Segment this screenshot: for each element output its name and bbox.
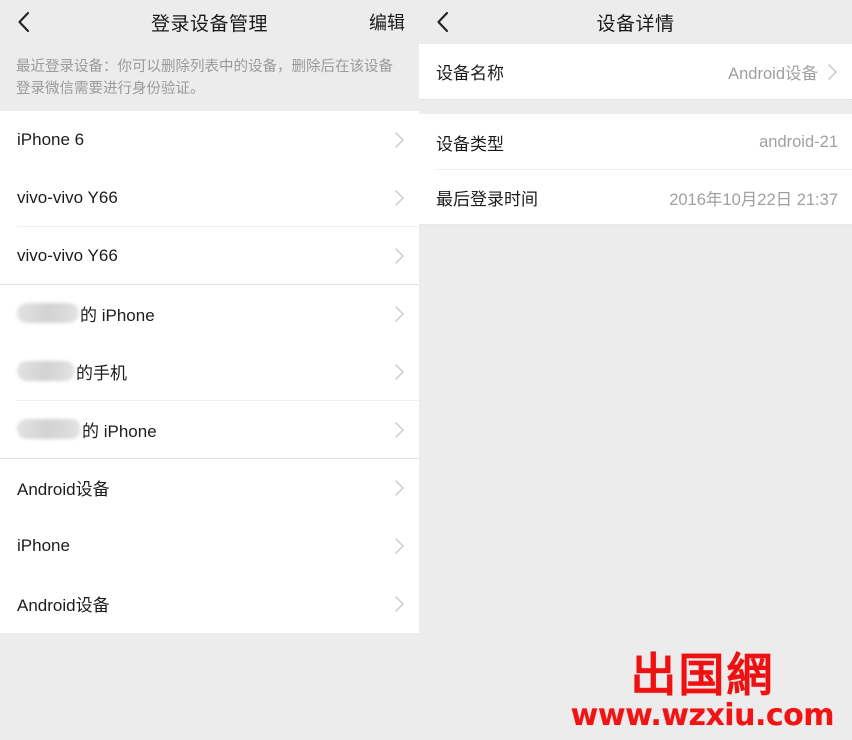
detail-label: 设备类型 (436, 135, 504, 154)
chevron-right-icon (395, 422, 404, 438)
device-info-card: 设备类型 android-21 最后登录时间 2016年10月22日 21:37 (419, 115, 852, 225)
detail-label: 最后登录时间 (436, 190, 538, 209)
device-name: iPhone (17, 535, 70, 555)
detail-row-device-name[interactable]: 设备名称 Android设备 (419, 44, 852, 99)
description-text: 最近登录设备：你可以删除列表中的设备，删除后在该设备登录微信需要进行身份验证。 (0, 44, 419, 111)
section-gap (419, 99, 852, 115)
device-name: iPhone 6 (17, 129, 85, 149)
list-item[interactable]: Android设备 (0, 574, 419, 633)
login-device-management-panel: 登录设备管理 编辑 最近登录设备：你可以删除列表中的设备，删除后在该设备登录微信… (0, 0, 419, 740)
chevron-left-icon (436, 11, 448, 33)
detail-value: Android设备 (728, 64, 818, 83)
list-item[interactable]: vivo-vivo Y66 (0, 226, 419, 285)
device-name: vivo-vivo Y66 (17, 187, 118, 207)
row-divider (419, 224, 852, 225)
detail-row-last-login: 最后登录时间 2016年10月22日 21:37 (419, 170, 852, 225)
detail-value: android-21 (759, 133, 838, 151)
device-detail-panel: 设备详情 设备名称 Android设备 设备类型 android-21 最后登录… (419, 0, 852, 740)
chevron-right-icon (395, 132, 404, 148)
list-item[interactable]: iPhone (0, 516, 419, 575)
device-name: 的 iPhone (80, 306, 155, 326)
app-screen: 登录设备管理 编辑 最近登录设备：你可以删除列表中的设备，删除后在该设备登录微信… (0, 0, 852, 740)
chevron-right-icon (395, 538, 404, 554)
device-detail-card: 设备名称 Android设备 (419, 44, 852, 99)
device-list: iPhone 6 vivo-vivo Y66 vivo-vivo Y66 的 i… (0, 110, 419, 633)
left-navbar: 登录设备管理 编辑 (0, 0, 419, 44)
back-button[interactable] (0, 0, 46, 44)
device-name-redacted: 的 iPhone (17, 301, 155, 326)
chevron-right-icon (395, 306, 404, 322)
chevron-right-icon (828, 63, 837, 80)
chevron-right-icon (395, 248, 404, 264)
device-name: 的 iPhone (82, 422, 157, 442)
list-item[interactable]: vivo-vivo Y66 (0, 168, 419, 227)
detail-row-device-type: 设备类型 android-21 (419, 115, 852, 170)
list-item[interactable]: 的手机 (0, 342, 419, 401)
detail-value: 2016年10月22日 21:37 (669, 190, 838, 209)
back-button[interactable] (419, 0, 465, 44)
chevron-left-icon (17, 11, 29, 33)
chevron-right-icon (395, 480, 404, 496)
list-item[interactable]: 的 iPhone (0, 284, 419, 343)
device-name: 的手机 (76, 364, 127, 384)
chevron-right-icon (395, 596, 404, 612)
device-name-redacted: 的手机 (17, 359, 127, 384)
watermark-url: www.wzxiu.com (570, 698, 835, 733)
watermark: 出国網 www.wzxiu.com (570, 647, 835, 733)
redaction-blur (17, 418, 81, 439)
edit-button[interactable]: 编辑 (369, 9, 405, 35)
device-name: vivo-vivo Y66 (17, 245, 118, 265)
list-item[interactable]: Android设备 (0, 458, 419, 517)
device-name: Android设备 (17, 596, 110, 616)
device-name: Android设备 (17, 480, 110, 500)
right-navbar: 设备详情 (419, 0, 852, 44)
list-item[interactable]: iPhone 6 (0, 110, 419, 169)
chevron-right-icon (395, 190, 404, 206)
list-item[interactable]: 的 iPhone (0, 400, 419, 459)
detail-label: 设备名称 (436, 64, 504, 83)
watermark-logo: 出国網 (630, 647, 775, 702)
device-name-redacted: 的 iPhone (17, 417, 157, 442)
page-title: 设备详情 (596, 13, 675, 35)
page-title: 登录设备管理 (150, 13, 268, 35)
redaction-blur (17, 302, 79, 323)
chevron-right-icon (395, 364, 404, 380)
redaction-blur (17, 360, 75, 381)
